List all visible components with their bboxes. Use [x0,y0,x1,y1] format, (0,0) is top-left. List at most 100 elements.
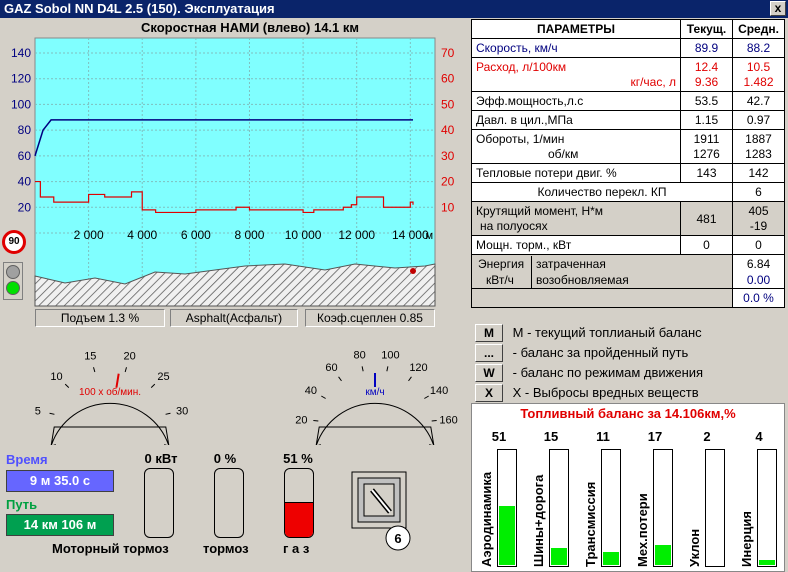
engine-brake-value: 0 кВт [144,451,178,466]
x-tick-label: 4 000 [127,228,157,242]
gauge-tick [338,376,342,382]
speed-chart: 140 120 100 80 60 40 20 70 60 50 40 30 20 10 2 000 4 00… [11,37,455,307]
fuel-balance-bar-frame [497,449,517,567]
torque-average-2: -19 [749,218,768,233]
fuel-balance-bar [759,560,775,565]
speed-current: 89.9 [680,38,733,58]
x-tick-label: 14 000 [392,228,429,242]
engine-brake-slider[interactable] [144,468,174,538]
gauge-tick [150,383,156,388]
fuel-balance-label: Инерция [739,511,754,567]
right-tick-label: 70 [441,46,455,60]
heat-current: 143 [680,163,733,183]
path-value: 14 км 106 м [6,514,114,536]
brake-slider[interactable] [214,468,244,538]
gauge-tick-label: 40 [305,385,317,397]
fuel-label-1: Расход, л/100км [476,59,567,74]
path-balance-button[interactable]: ... [475,344,503,362]
close-button[interactable]: x [770,1,786,16]
gauge-tick [424,395,429,399]
fuel-balance-bar [603,552,619,565]
heat-label: Тепловые потери двиг. % [471,163,681,183]
left-tick-label: 80 [18,123,32,137]
surface-field: Asphalt(Асфальт) [170,309,298,327]
fuel-balance-bar-frame [653,449,673,567]
left-tick-label: 20 [18,200,32,214]
path-balance-text: - баланс за пройденный путь [512,345,689,360]
fuel-balance-label: Шины+дорога [531,474,546,567]
current-balance-text: M - текущий топлианый баланс [512,325,702,340]
time-label: Время [6,452,48,467]
energy-recovered-label: возобновляемая [536,272,629,287]
window-title: GAZ Sobol NN D4L 2.5 (150). Эксплуатация [4,1,275,16]
right-tick-label: 20 [441,175,455,189]
gauge-tick-label: 30 [176,406,188,418]
adhesion-field: Коэф.сцеплен 0.85 [305,309,435,327]
gas-slider[interactable] [284,468,314,538]
grade-field: Подъем 1.3 % [35,309,165,327]
gauge-tick [361,366,364,372]
x-tick-label: 12 000 [338,228,375,242]
fuel-balance-bar-frame [549,449,569,567]
fuel-balance-value: 17 [647,429,663,444]
gauge-tick [386,366,389,372]
fuel-average-1: 10.5 [746,59,771,74]
mode-balance-text: - баланс по режимам движения [512,365,704,380]
gauge-tick [321,395,326,399]
x-tick-label: 8 000 [234,228,264,242]
energy-label-1: Энергия [478,256,525,271]
gauge-tick [313,420,319,422]
power-label: Эфф.мощность,л.с [471,91,681,111]
fuel-balance-bar-frame [601,449,621,567]
gauge-tick-label: 20 [124,351,136,363]
pressure-current: 1.15 [680,110,733,130]
emissions-button[interactable]: X [475,384,503,402]
current-balance-button[interactable]: M [475,324,503,342]
revs-average-2: 1283 [745,146,772,161]
fuel-balance-bar-frame [705,449,725,567]
right-tick-label: 50 [441,97,455,111]
gauge-tick-label: 10 [50,371,62,383]
fuel-average-2: 1.482 [743,74,774,89]
gauge-tick [124,367,127,373]
gauge-unit-label: 100 х об/мин. [79,386,141,398]
revs-average-1: 1887 [745,131,772,146]
right-tick-label: 60 [441,72,455,86]
energy-label-2: кВт/ч [486,272,514,287]
x-tick-label: 10 000 [285,228,322,242]
energy-recovered-value: 0.00 [746,272,771,287]
fuel-balance-value: 11 [596,429,610,444]
fuel-balance-value: 15 [543,429,559,444]
gas-value: 51 % [283,451,313,466]
gear-value: 6 [394,531,402,546]
mode-balance-button[interactable]: W [475,364,503,382]
end-marker [410,268,416,274]
pressure-label: Давл. в цил.,МПа [471,110,681,130]
gauge-tick [93,367,96,373]
power-average: 42.7 [732,91,785,111]
left-tick-label: 140 [11,46,31,60]
fuel-balance-label: Аэродинамика [479,471,494,567]
gauge-tick [431,420,437,422]
heat-average: 142 [732,163,785,183]
torque-label-2: на полуосях [480,218,548,233]
left-tick-label: 120 [11,72,31,86]
fuel-balance-label: Трансмиссия [583,481,598,567]
fuel-balance-bar [655,545,671,565]
gauge-tick-label: 15 [84,351,96,363]
left-tick-label: 40 [18,175,32,189]
torque-current: 481 [680,201,733,236]
gauge-tick-label: 160 [439,414,457,426]
speed-limit-sign: 90 [2,230,26,254]
x-tick-label: 2 000 [74,228,104,242]
progress-value: 0.0 % [732,288,785,308]
fuel-balance-label: Уклон [687,528,702,567]
right-tick-label: 40 [441,123,455,137]
x-unit-label: м [425,230,433,242]
speed-label: Скорость, км/ч [471,38,681,58]
brake-label: тормоз [203,541,249,556]
shifts-label: Количество перекл. КП [471,182,733,202]
gauge-tick-label: 120 [409,362,427,374]
gauge-tick [165,412,171,415]
gauge-tick-label: 25 [157,371,169,383]
